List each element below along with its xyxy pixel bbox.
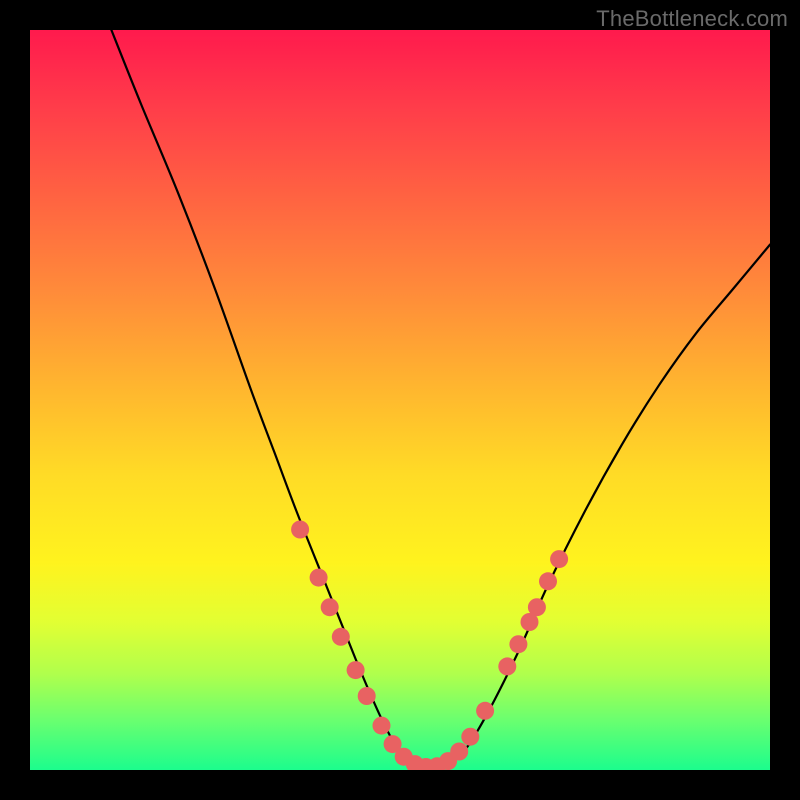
chart-plot-area — [30, 30, 770, 770]
watermark-text: TheBottleneck.com — [596, 6, 788, 32]
